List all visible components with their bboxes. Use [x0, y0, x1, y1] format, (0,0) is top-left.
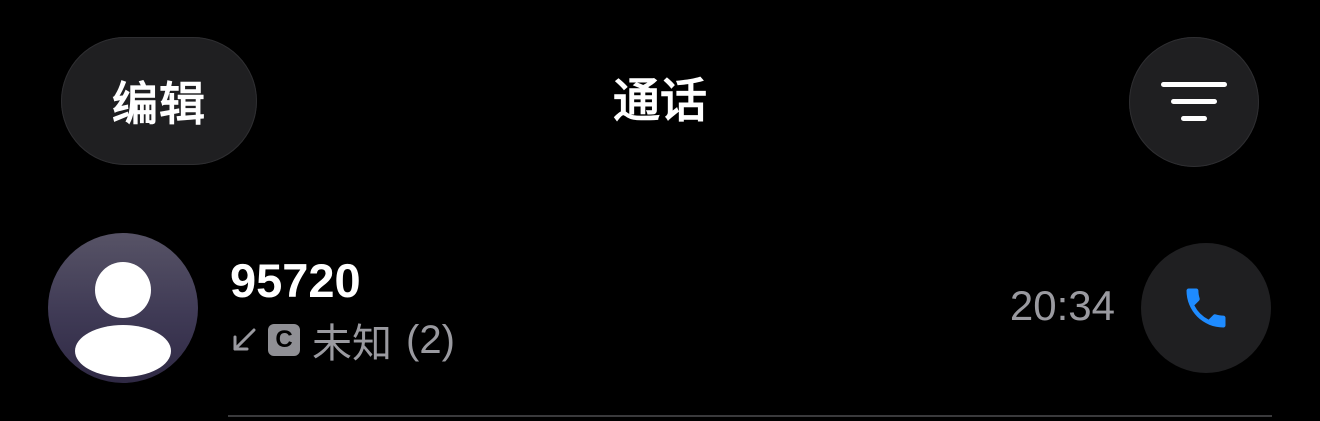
- top-bar: 编辑 通话: [0, 0, 1320, 180]
- avatar: [48, 233, 198, 383]
- contact-name: 95720: [230, 254, 361, 307]
- call-details: C 未知 (2): [230, 312, 455, 368]
- person-placeholder-icon: [75, 262, 171, 377]
- call-log-row[interactable]: 95720 C 未知 (2) 20:34: [0, 220, 1320, 421]
- call-count: (2): [406, 317, 455, 362]
- phone-icon: [1186, 288, 1226, 328]
- incoming-arrow-icon: [233, 328, 256, 351]
- call-time: 20:34: [1009, 282, 1115, 329]
- filter-button[interactable]: [1129, 37, 1259, 167]
- sim-badge: C: [268, 324, 300, 356]
- edit-button[interactable]: 编辑: [61, 37, 257, 165]
- page-title: 通话: [613, 74, 707, 129]
- call-button[interactable]: [1141, 243, 1271, 373]
- filter-lines-icon: [1161, 82, 1227, 121]
- row-divider: [228, 415, 1272, 417]
- call-type-label: 未知: [312, 321, 392, 367]
